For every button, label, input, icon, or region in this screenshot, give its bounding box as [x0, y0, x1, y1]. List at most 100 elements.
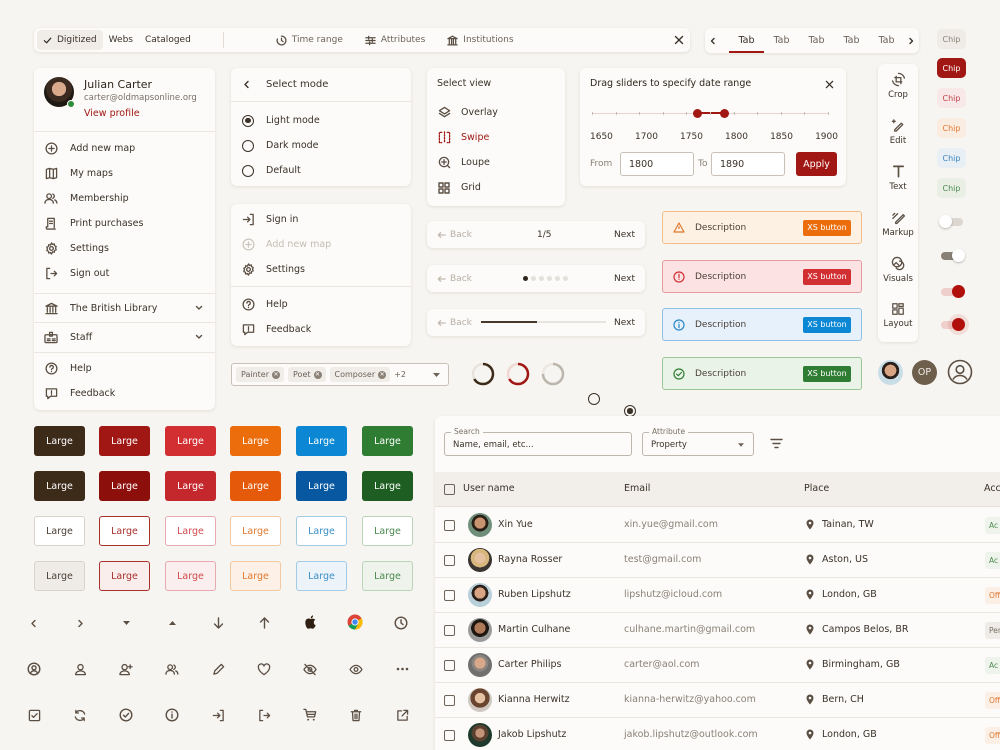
large-button-filled[interactable]: Large — [34, 426, 85, 456]
select-all-checkbox[interactable] — [444, 484, 455, 495]
filter-chip-webs[interactable]: Webs — [103, 30, 139, 50]
external-link-icon[interactable] — [394, 707, 410, 723]
cart-icon[interactable] — [302, 707, 318, 723]
user-avatar-placeholder[interactable] — [947, 359, 973, 385]
mode-option-dark[interactable]: Dark mode — [231, 133, 411, 158]
filter-chip-cataloged[interactable]: Cataloged — [139, 30, 197, 50]
row-checkbox[interactable] — [444, 625, 455, 636]
toggle-off-disabled[interactable] — [939, 215, 963, 228]
chevron-left-icon[interactable] — [26, 615, 42, 631]
info-icon[interactable] — [164, 707, 180, 723]
user-name[interactable]: Rayna Rosser — [498, 554, 562, 565]
refresh-icon[interactable] — [72, 707, 88, 723]
filter-button[interactable] — [770, 438, 783, 449]
apply-button[interactable]: Apply — [796, 152, 837, 176]
toggle-on-focused[interactable] — [941, 318, 965, 331]
large-button-tinted[interactable]: Large — [165, 561, 216, 591]
remove-tag-icon[interactable]: ✕ — [313, 370, 322, 379]
large-button-filled-hover[interactable]: Large — [230, 471, 281, 501]
mode-option-default[interactable]: Default — [231, 158, 411, 183]
institution-selector[interactable]: The British Library — [34, 294, 215, 322]
filter-time-range[interactable]: Time range — [270, 30, 349, 50]
tool-markup[interactable]: Markup — [878, 210, 918, 238]
radio-unselected[interactable] — [588, 393, 600, 405]
role-selector[interactable]: Staff — [34, 323, 215, 351]
tag-multiselect[interactable]: Painter ✕ Poet ✕ Composer ✕ +2 — [231, 363, 449, 386]
menu-item-help[interactable]: Help — [34, 356, 215, 381]
arrow-up-icon[interactable] — [256, 615, 272, 631]
user-name[interactable]: Jakob Lipshutz — [498, 729, 566, 740]
row-checkbox[interactable] — [444, 730, 455, 741]
radio-unselected[interactable] — [242, 164, 254, 177]
mode-option-light[interactable]: Light mode — [231, 108, 411, 133]
large-button-filled-hover[interactable]: Large — [34, 471, 85, 501]
alert-action-button[interactable]: XS button — [803, 365, 851, 382]
row-checkbox[interactable] — [444, 660, 455, 671]
users-icon[interactable] — [164, 661, 180, 677]
row-checkbox[interactable] — [444, 555, 455, 566]
large-button-tinted[interactable]: Large — [296, 561, 347, 591]
large-button-outline[interactable]: Large — [362, 516, 413, 546]
tabs-next-button[interactable] — [904, 37, 918, 45]
from-year-input[interactable]: 1800 — [620, 152, 694, 176]
table-row[interactable]: Ruben Lipshutz lipshutz@icloud.com London,… — [435, 578, 1000, 613]
user-name[interactable]: Kianna Herwitz — [498, 694, 570, 705]
table-row[interactable]: Martin Culhane culhane.martin@gmail.com Ca… — [435, 613, 1000, 648]
table-row[interactable]: Rayna Rosser test@gmail.com Aston, US Ac — [435, 543, 1000, 578]
tab-5[interactable]: Tab — [869, 28, 904, 53]
alert-action-button[interactable]: XS button — [803, 268, 851, 285]
tool-visuals[interactable]: Visuals — [878, 256, 918, 284]
large-button-filled-hover[interactable]: Large — [99, 471, 150, 501]
menu-item-feedback[interactable]: Feedback — [34, 381, 215, 406]
user-name[interactable]: Martin Culhane — [498, 624, 570, 635]
large-button-filled-hover[interactable]: Large — [296, 471, 347, 501]
menu-item-sign-out[interactable]: Sign out — [34, 261, 215, 286]
user-add-icon[interactable] — [118, 661, 134, 677]
view-option-loupe[interactable]: Loupe — [427, 150, 565, 175]
user-avatar-initials[interactable]: OP — [912, 360, 937, 385]
page-dot[interactable] — [531, 276, 536, 281]
clock-icon[interactable] — [393, 615, 409, 631]
filter-chip-digitized[interactable]: Digitized — [37, 30, 103, 50]
back-button[interactable]: Back — [437, 230, 472, 240]
user-name[interactable]: Xin Yue — [498, 519, 533, 530]
user-name[interactable]: Carter Philips — [498, 659, 562, 670]
more-icon[interactable] — [394, 661, 410, 677]
column-header-account[interactable]: Acc — [984, 483, 1000, 494]
check-circle-icon[interactable] — [118, 707, 134, 723]
back-button[interactable]: Back — [437, 274, 472, 284]
filter-institutions[interactable]: Institutions — [441, 30, 519, 50]
table-row[interactable]: Carter Philips carter@aol.com Birmingham, … — [435, 648, 1000, 683]
large-button-outline[interactable]: Large — [99, 516, 150, 546]
range-slider-handle-high[interactable] — [719, 109, 729, 118]
tab-4[interactable]: Tab — [834, 28, 869, 53]
menu-item-print-purchases[interactable]: Print purchases — [34, 211, 215, 236]
view-profile-link[interactable]: View profile — [84, 108, 140, 119]
large-button-filled[interactable]: Large — [362, 426, 413, 456]
chip-blue[interactable]: Chip — [937, 148, 966, 168]
menu-item-my-maps[interactable]: My maps — [34, 161, 215, 186]
next-button[interactable]: Next — [614, 318, 635, 328]
heart-icon[interactable] — [256, 661, 272, 677]
apple-icon[interactable] — [302, 614, 318, 630]
chip-neutral[interactable]: Chip — [937, 29, 966, 49]
large-button-tinted[interactable]: Large — [230, 561, 281, 591]
large-button-tinted[interactable]: Large — [34, 561, 85, 591]
table-row[interactable]: Kianna Herwitz kianna-herwitz@yahoo.com Be… — [435, 683, 1000, 718]
eye-icon[interactable] — [348, 661, 364, 677]
caret-up-icon[interactable] — [164, 615, 180, 631]
large-button-filled-hover[interactable]: Large — [165, 471, 216, 501]
filter-attributes[interactable]: Attributes — [359, 30, 431, 50]
checkbox-icon[interactable] — [26, 707, 42, 723]
user-icon[interactable] — [72, 661, 88, 677]
sign-in-icon[interactable] — [210, 707, 226, 723]
view-option-swipe[interactable]: Swipe — [427, 125, 565, 150]
large-button-filled[interactable]: Large — [165, 426, 216, 456]
radio-unselected[interactable] — [242, 139, 254, 152]
search-input[interactable]: Name, email, etc... — [453, 440, 534, 450]
range-slider-handle-low[interactable] — [693, 109, 703, 118]
caret-down-icon[interactable] — [118, 615, 134, 631]
pencil-icon[interactable] — [210, 661, 226, 677]
tab-2[interactable]: Tab — [764, 28, 799, 53]
page-dot[interactable] — [539, 276, 544, 281]
